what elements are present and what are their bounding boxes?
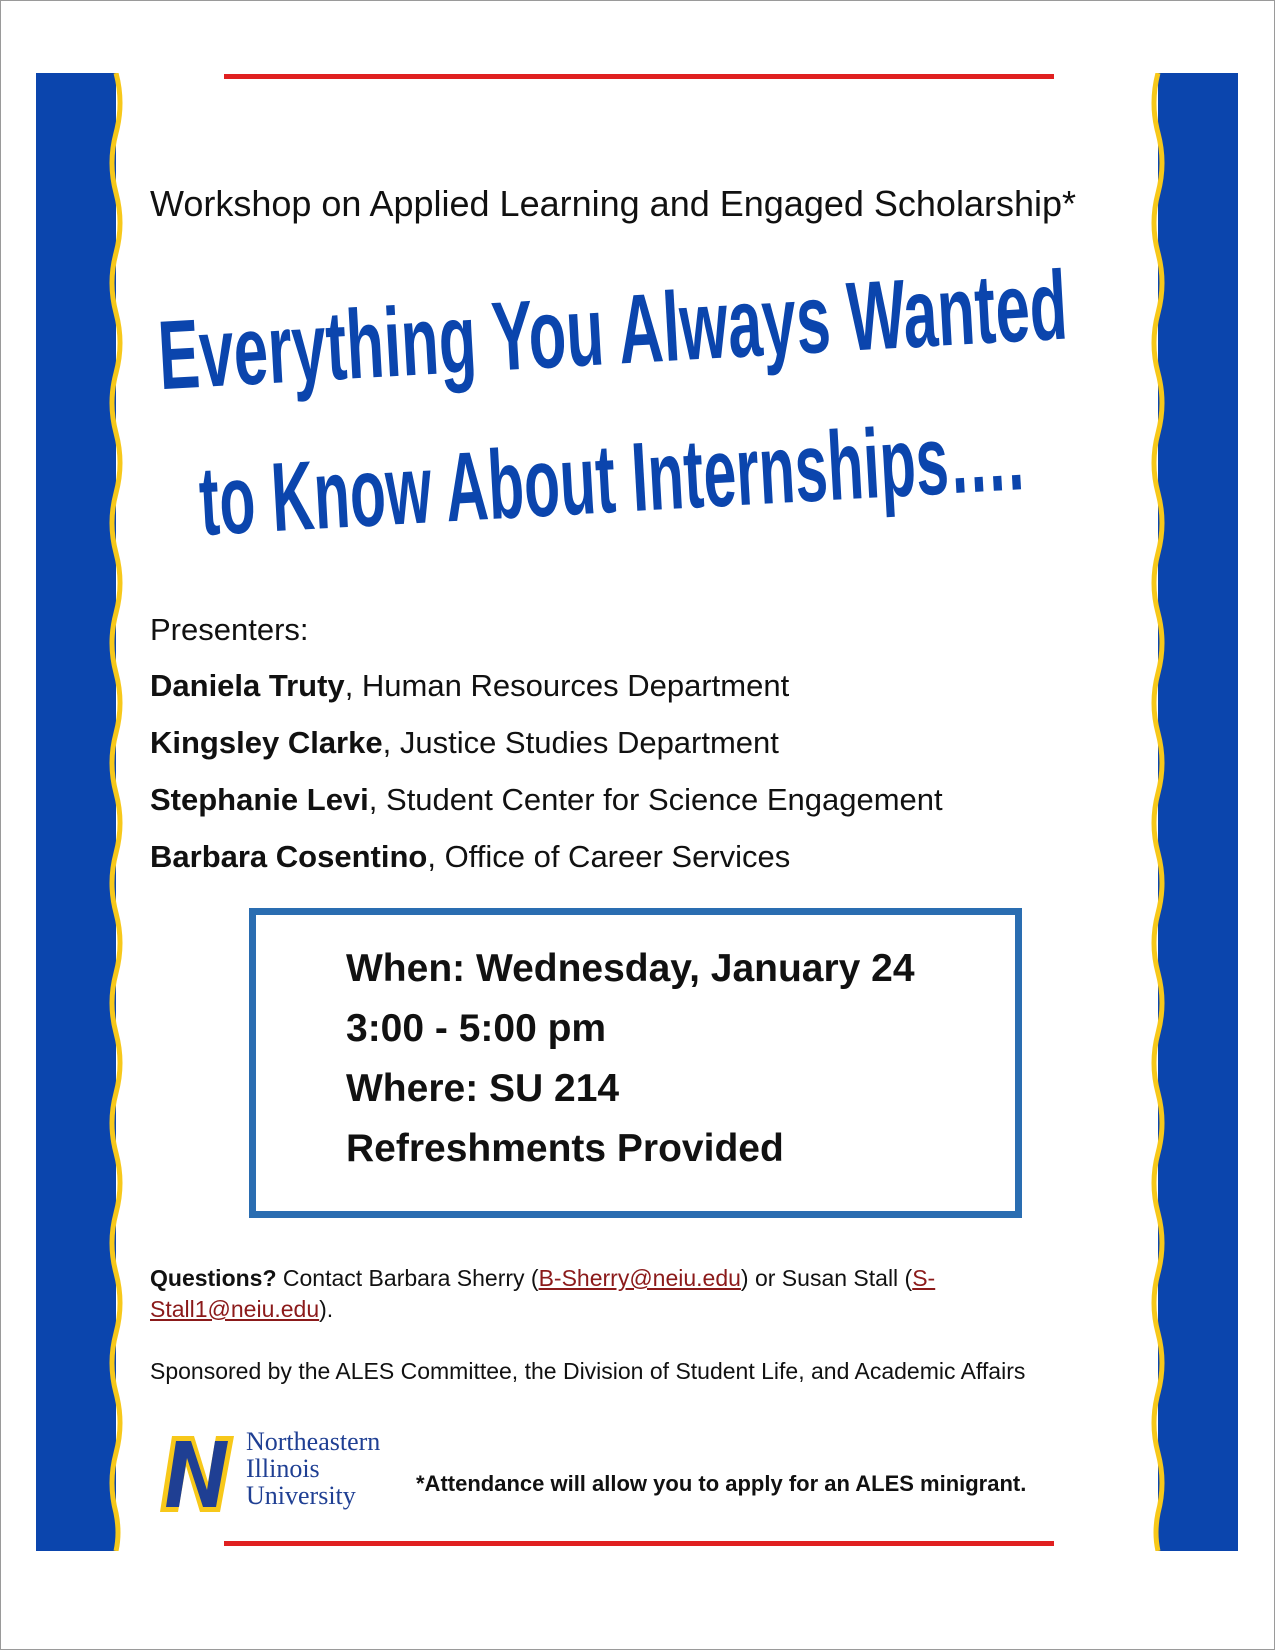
contact-text-after: ). [319, 1296, 334, 1322]
event-where: Where: SU 214 [346, 1067, 620, 1110]
top-red-rule [224, 74, 1054, 79]
university-logo: Northeastern Illinois University [158, 1428, 418, 1528]
neiu-n-logo-icon [158, 1432, 238, 1521]
sponsor-line: Sponsored by the ALES Committee, the Div… [150, 1358, 1026, 1384]
logo-line-illinois: Illinois [246, 1454, 320, 1483]
presenters-heading: Presenters: [150, 612, 309, 647]
workshop-subtitle: Workshop on Applied Learning and Engaged… [150, 183, 1076, 224]
event-refreshments: Refreshments Provided [346, 1127, 784, 1170]
headline-line-2: to Know About Internships…. [196, 400, 1026, 556]
questions-label: Questions? [150, 1265, 277, 1291]
presenters-section: Presenters: Daniela Truty, Human Resourc… [150, 612, 943, 896]
presenter-item: Daniela Truty, Human Resources Departmen… [150, 668, 943, 704]
presenter-item: Kingsley Clarke, Justice Studies Departm… [150, 725, 943, 761]
event-details-box: When: Wednesday, January 24 3:00 - 5:00 … [249, 908, 1022, 1218]
presenter-affiliation: , Human Resources Department [344, 668, 790, 703]
presenter-name: Stephanie Levi [150, 782, 369, 817]
right-decorative-band [1150, 73, 1238, 1551]
event-time: 3:00 - 5:00 pm [346, 1007, 607, 1050]
contact-text-middle: ) or Susan Stall ( [740, 1265, 913, 1291]
headline-line-1: Everything You Always Wanted [155, 250, 1070, 411]
presenter-affiliation: , Justice Studies Department [382, 725, 779, 760]
event-when: When: Wednesday, January 24 [346, 947, 915, 990]
presenter-name: Daniela Truty [150, 668, 345, 703]
presenter-name: Kingsley Clarke [150, 725, 383, 760]
presenter-affiliation: , Student Center for Science Engagement [368, 782, 943, 817]
presenter-item: Barbara Cosentino, Office of Career Serv… [150, 839, 943, 875]
logo-wordmark: Northeastern Illinois University [246, 1428, 380, 1509]
logo-line-university: University [246, 1481, 356, 1510]
email-link-b-sherry[interactable]: B-Sherry@neiu.edu [539, 1265, 741, 1291]
headline: Everything You Always Wanted to Know Abo… [150, 250, 1110, 558]
attendance-footnote: *Attendance will allow you to apply for … [416, 1471, 1027, 1496]
bottom-red-rule [224, 1541, 1054, 1546]
presenter-name: Barbara Cosentino [150, 839, 428, 874]
contact-text-before: Contact Barbara Sherry ( [276, 1265, 539, 1291]
logo-line-northeastern: Northeastern [246, 1427, 381, 1456]
presenter-item: Stephanie Levi, Student Center for Scien… [150, 782, 943, 818]
contact-paragraph: Questions? Contact Barbara Sherry (B-She… [150, 1263, 1010, 1325]
presenter-affiliation: , Office of Career Services [427, 839, 791, 874]
left-decorative-band [36, 73, 124, 1551]
